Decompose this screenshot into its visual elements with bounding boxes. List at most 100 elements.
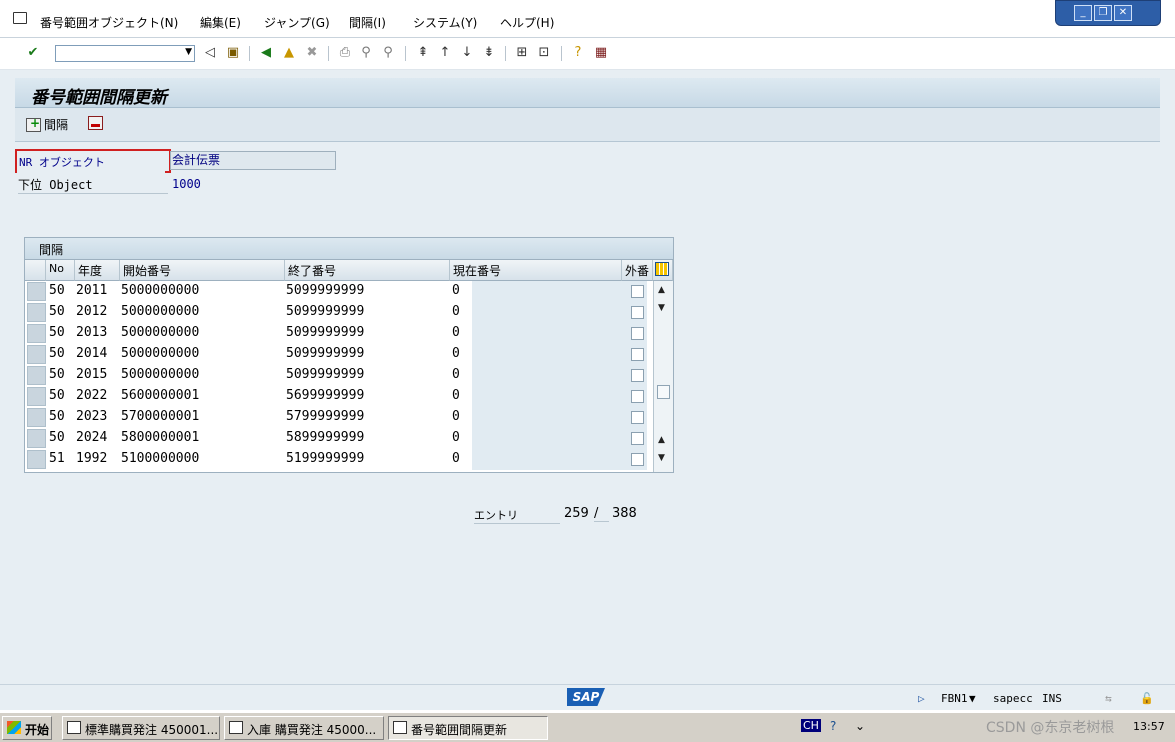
task-button-3[interactable]: 番号範囲間隔更新 [388,716,548,740]
cell-current[interactable]: 0 [452,346,460,361]
row-selector[interactable] [27,345,46,364]
cell-to[interactable]: 5799999999 [286,409,364,424]
table-row[interactable]: 50 2014 5000000000 5099999999 0 [25,344,653,365]
restore-icon[interactable]: ❐ [1094,5,1112,21]
cell-from[interactable]: 5000000000 [121,283,199,298]
external-checkbox[interactable] [631,390,644,403]
lock-icon[interactable]: 🔓 [1140,692,1154,705]
menu-interval[interactable]: 間隔(I) [349,14,386,31]
status-dropdown-icon[interactable]: ▼ [969,692,976,705]
row-selector[interactable] [27,366,46,385]
table-row[interactable]: 50 2015 5000000000 5099999999 0 [25,365,653,386]
cell-to[interactable]: 5099999999 [286,367,364,382]
save-icon[interactable]: ▣ [225,45,241,61]
chevron-down-icon[interactable]: ▼ [185,47,192,57]
row-selector[interactable] [27,303,46,322]
cell-from[interactable]: 5800000001 [121,430,199,445]
help-icon[interactable]: ? [570,45,586,61]
scroll-up-icon[interactable]: ▲ [658,285,665,295]
cell-to[interactable]: 5899999999 [286,430,364,445]
row-selector[interactable] [27,387,46,406]
external-checkbox[interactable] [631,348,644,361]
table-settings-button[interactable] [653,260,673,281]
external-checkbox[interactable] [631,306,644,319]
scroll-down-icon[interactable]: ▼ [658,303,665,313]
cell-to[interactable]: 5099999999 [286,325,364,340]
nr-object-field[interactable]: 会計伝票 [170,151,336,170]
column-header-current[interactable]: 現在番号 [450,260,622,281]
exit-icon[interactable]: ▲ [281,45,297,61]
cell-from[interactable]: 5000000000 [121,367,199,382]
column-header-external[interactable]: 外番 [622,260,653,281]
cancel-icon[interactable]: ✖ [304,45,320,61]
table-row[interactable]: 50 2013 5000000000 5099999999 0 [25,323,653,344]
cell-current[interactable]: 0 [452,430,460,445]
external-checkbox[interactable] [631,432,644,445]
row-selector[interactable] [27,450,46,469]
cell-current[interactable]: 0 [452,409,460,424]
start-button[interactable]: 开始 [2,716,52,740]
table-row[interactable]: 50 2022 5600000001 5699999999 0 [25,386,653,407]
status-expand-icon[interactable]: ▷ [918,692,925,705]
cell-from[interactable]: 5600000001 [121,388,199,403]
find-icon[interactable]: ⚲ [358,45,374,61]
cell-from[interactable]: 5000000000 [121,325,199,340]
table-row[interactable]: 50 2024 5800000001 5899999999 0 [25,428,653,449]
scroll-page-up-icon[interactable]: ▲ [658,435,665,445]
cell-from[interactable]: 5100000000 [121,451,199,466]
last-page-icon[interactable]: ⇟ [481,45,497,61]
external-checkbox[interactable] [631,285,644,298]
table-row[interactable]: 50 2012 5000000000 5099999999 0 [25,302,653,323]
scroll-page-down-icon[interactable]: ▼ [658,453,665,463]
menu-system[interactable]: システム(Y) [413,14,477,31]
cell-from[interactable]: 5000000000 [121,346,199,361]
cell-to[interactable]: 5099999999 [286,346,364,361]
select-all-header[interactable] [25,260,46,281]
menu-goto[interactable]: ジャンプ(G) [264,14,330,31]
task-button-1[interactable]: 標準購買発注 450001... [62,716,220,740]
cell-from[interactable]: 5000000000 [121,304,199,319]
external-checkbox[interactable] [631,411,644,424]
prev-page-icon[interactable]: ↑ [437,45,453,61]
cell-current[interactable]: 0 [452,451,460,466]
column-header-no[interactable]: No [46,260,75,281]
column-header-year[interactable]: 年度 [75,260,120,281]
system-menu-icon[interactable] [13,12,27,24]
shortcut-icon[interactable]: ⊡ [536,45,552,61]
row-selector[interactable] [27,408,46,427]
first-page-icon[interactable]: ⇞ [415,45,431,61]
new-session-icon[interactable]: ⊞ [514,45,530,61]
row-selector[interactable] [27,429,46,448]
delete-interval-button[interactable] [88,116,103,130]
cell-to[interactable]: 5699999999 [286,388,364,403]
close-icon[interactable]: ✕ [1114,5,1132,21]
scroll-thumb[interactable] [657,385,670,399]
cell-current[interactable]: 0 [452,388,460,403]
cell-current[interactable]: 0 [452,304,460,319]
vertical-scrollbar[interactable]: ▲ ▼ ▲ ▼ [653,281,673,472]
table-row[interactable]: 50 2011 5000000000 5099999999 0 [25,281,653,302]
cell-to[interactable]: 5199999999 [286,451,364,466]
language-indicator[interactable]: CH [801,719,821,732]
minimize-icon[interactable]: _ [1074,5,1092,21]
cell-to[interactable]: 5099999999 [286,304,364,319]
command-field[interactable]: ▼ [55,45,195,62]
help-tray-icon[interactable]: ? [830,719,836,733]
task-button-2[interactable]: 入庫 購買発注 45000... [224,716,384,740]
menu-help[interactable]: ヘルプ(H) [500,14,554,31]
back-arrow-icon[interactable]: ◀ [258,45,274,61]
tray-menu-icon[interactable]: ⌄ [855,719,865,733]
menu-number-range-object[interactable]: 番号範囲オブジェクト(N) [40,14,178,31]
cell-current[interactable]: 0 [452,325,460,340]
next-page-icon[interactable]: ↓ [459,45,475,61]
find-next-icon[interactable]: ⚲ [380,45,396,61]
row-selector[interactable] [27,324,46,343]
table-row[interactable]: 51 1992 5100000000 5199999999 0 [25,449,653,470]
column-header-from[interactable]: 開始番号 [120,260,285,281]
cell-current[interactable]: 0 [452,367,460,382]
cell-from[interactable]: 5700000001 [121,409,199,424]
external-checkbox[interactable] [631,369,644,382]
enter-icon[interactable]: ✔ [25,45,41,61]
menu-edit[interactable]: 編集(E) [200,14,241,31]
table-row[interactable]: 50 2023 5700000001 5799999999 0 [25,407,653,428]
